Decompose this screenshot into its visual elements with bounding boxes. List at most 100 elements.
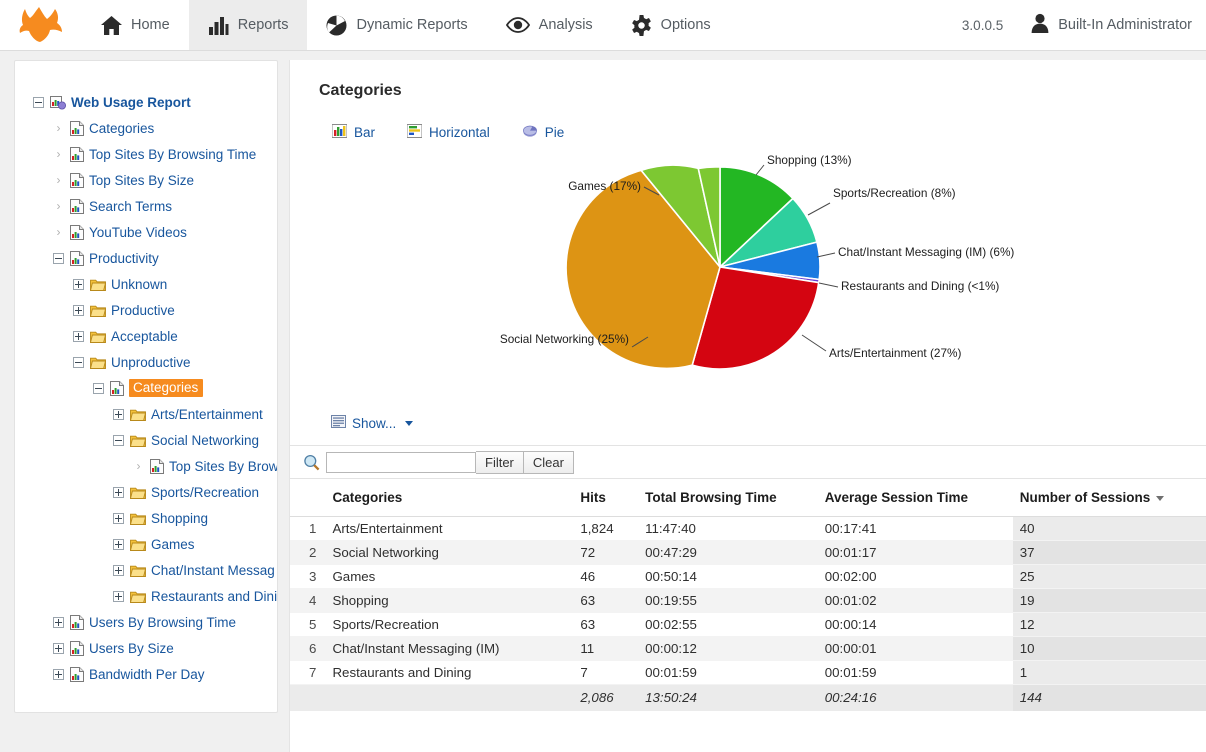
expand-plus-icon[interactable] [113,539,124,550]
table-row[interactable]: 4Shopping6300:19:5500:01:0219 [290,589,1206,613]
nav-item-home[interactable]: Home [82,0,189,50]
cell-average-session-time: 00:00:14 [825,613,1013,637]
tree-item-categories[interactable]: Categories [15,375,277,401]
chart-tab-bar[interactable]: Bar [332,124,375,141]
collapse-minus-icon[interactable] [93,383,104,394]
chevron-right-icon[interactable]: › [131,459,146,474]
chart-tab-horizontal[interactable]: Horizontal [407,124,490,141]
chevron-right-icon[interactable]: › [51,199,66,214]
app-logo[interactable] [0,0,82,50]
tree-item-users-by-size[interactable]: Users By Size [15,635,277,661]
column-header-number-of-sessions[interactable]: Number of Sessions [1013,479,1206,517]
tree-item-sports-recreation[interactable]: Sports/Recreation [15,479,277,505]
tree-item-label: Chat/Instant Messag [151,563,275,578]
tree-item-restaurants-and-dini[interactable]: Restaurants and Dini [15,583,277,609]
chevron-right-icon[interactable]: › [51,147,66,162]
folder-icon [130,434,146,447]
cell-number-of-sessions: 25 [1013,565,1206,589]
chart-type-tabs: Bar Horizontal [332,124,1206,141]
cell-total-browsing-time: 00:01:59 [645,661,825,685]
collapse-minus-icon[interactable] [53,253,64,264]
chevron-right-icon[interactable]: › [51,173,66,188]
cell-average-session-time: 00:01:59 [825,661,1013,685]
tree-item-search-terms[interactable]: ›Search Terms [15,193,277,219]
sidebar-container: Web Usage Report›Categories›Top Sites By… [0,60,289,752]
tree-item-games[interactable]: Games [15,531,277,557]
nav-item-dynamic-reports[interactable]: Dynamic Reports [307,0,486,50]
nav-item-reports[interactable]: Reports [189,0,308,50]
collapse-minus-icon[interactable] [33,97,44,108]
table-row[interactable]: 7Restaurants and Dining700:01:5900:01:59… [290,661,1206,685]
expand-plus-icon[interactable] [113,591,124,602]
report-content-panel: Categories Bar [289,60,1206,752]
cell-average-session-time: 00:01:02 [825,589,1013,613]
tree-item-unproductive[interactable]: Unproductive [15,349,277,375]
tree-item-youtube-videos[interactable]: ›YouTube Videos [15,219,277,245]
tree-item-bandwidth-per-day[interactable]: Bandwidth Per Day [15,661,277,687]
top-navigation-bar: Home Reports Dynamic Reports [0,0,1206,51]
pie-label-chat-im: Chat/Instant Messaging (IM) (6%) [838,245,1014,259]
nav-item-options[interactable]: Options [612,0,730,50]
expand-plus-icon[interactable] [53,617,64,628]
filter-input[interactable] [326,452,476,473]
expand-plus-icon[interactable] [113,565,124,576]
cell-number-of-sessions: 19 [1013,589,1206,613]
tree-item-top-sites-by-browsing-time[interactable]: ›Top Sites By Browsing Time [15,141,277,167]
tree-item-top-sites-by-brow[interactable]: ›Top Sites By Brow [15,453,277,479]
column-header-average-session-time[interactable]: Average Session Time [825,479,1013,517]
column-header-hits[interactable]: Hits [580,479,645,517]
chart-tab-pie-label: Pie [545,125,565,140]
tree-item-acceptable[interactable]: Acceptable [15,323,277,349]
cell-average-session-time: 00:02:00 [825,565,1013,589]
pie-chart-svg: Shopping (13%) Sports/Recreation (8%) Ch… [290,147,1170,415]
column-header-total-browsing-time[interactable]: Total Browsing Time [645,479,825,517]
report-icon [70,641,84,656]
column-header-categories[interactable]: Categories [324,479,580,517]
show-menu-button[interactable]: Show... [331,415,413,431]
clear-button[interactable]: Clear [524,451,574,474]
expand-plus-icon[interactable] [73,331,84,342]
tree-item-label: Web Usage Report [71,95,191,110]
expand-plus-icon[interactable] [73,279,84,290]
tree-item-productivity[interactable]: Productivity [15,245,277,271]
tree-item-shopping[interactable]: Shopping [15,505,277,531]
cell-total-browsing-time: 00:50:14 [645,565,825,589]
user-menu[interactable]: Built-In Administrator [1031,13,1192,37]
table-row[interactable]: 3Games4600:50:1400:02:0025 [290,565,1206,589]
filter-button[interactable]: Filter [476,451,524,474]
chevron-right-icon[interactable]: › [51,225,66,240]
chart-tab-pie[interactable]: Pie [522,124,565,141]
table-row[interactable]: 6Chat/Instant Messaging (IM)1100:00:1200… [290,637,1206,661]
table-row[interactable]: 5Sports/Recreation6300:02:5500:00:1412 [290,613,1206,637]
collapse-minus-icon[interactable] [113,435,124,446]
tree-item-chat-instant-messag[interactable]: Chat/Instant Messag [15,557,277,583]
collapse-minus-icon[interactable] [73,357,84,368]
tree-item-top-sites-by-size[interactable]: ›Top Sites By Size [15,167,277,193]
chevron-right-icon[interactable]: › [51,121,66,136]
folder-icon [130,408,146,421]
tree-item-web-usage-report[interactable]: Web Usage Report [15,89,277,115]
tree-item-social-networking[interactable]: Social Networking [15,427,277,453]
categories-table: Categories Hits Total Browsing Time Aver… [290,479,1206,711]
totals-cell-hits: 2,086 [580,685,645,712]
nav-item-home-label: Home [131,17,170,33]
totals-cell-total-browsing-time: 13:50:24 [645,685,825,712]
tree-item-arts-entertainment[interactable]: Arts/Entertainment [15,401,277,427]
table-row[interactable]: 1Arts/Entertainment1,82411:47:4000:17:41… [290,517,1206,541]
expand-plus-icon[interactable] [113,487,124,498]
expand-plus-icon[interactable] [113,513,124,524]
tree-item-productive[interactable]: Productive [15,297,277,323]
cell-category-name: Shopping [324,589,580,613]
expand-plus-icon[interactable] [53,643,64,654]
table-row[interactable]: 2Social Networking7200:47:2900:01:1737 [290,541,1206,565]
bar-chart-icon [208,16,229,35]
folder-icon [90,356,106,369]
expand-plus-icon[interactable] [73,305,84,316]
tree-item-users-by-browsing-time[interactable]: Users By Browsing Time [15,609,277,635]
tree-item-categories[interactable]: ›Categories [15,115,277,141]
tree-item-unknown[interactable]: Unknown [15,271,277,297]
expand-plus-icon[interactable] [53,669,64,680]
filter-toolbar: Filter Clear [290,445,1206,479]
expand-plus-icon[interactable] [113,409,124,420]
nav-item-analysis[interactable]: Analysis [487,0,612,50]
